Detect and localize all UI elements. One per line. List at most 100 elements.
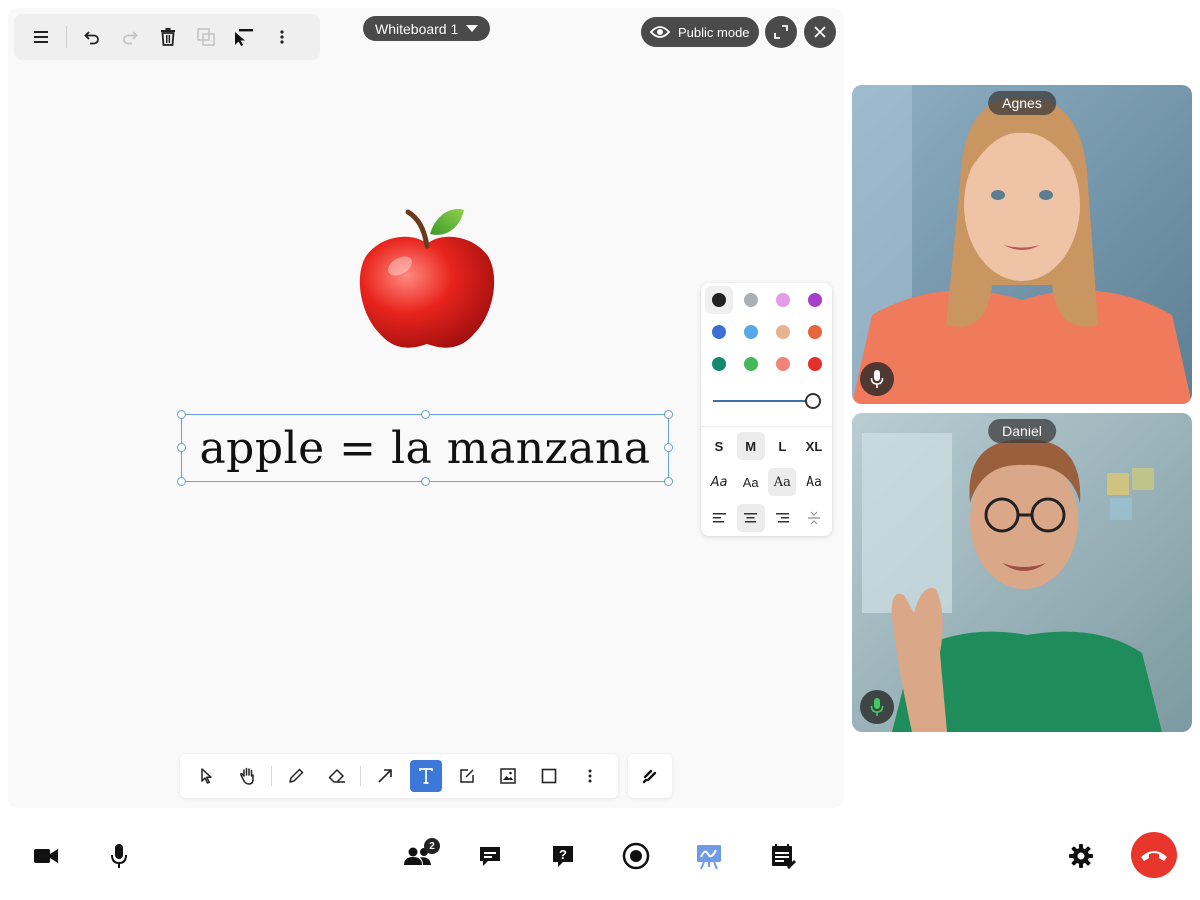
eye-icon bbox=[650, 26, 670, 38]
participant-video-daniel[interactable]: Daniel bbox=[852, 413, 1192, 732]
arrow-icon[interactable] bbox=[369, 760, 401, 792]
resize-handle[interactable] bbox=[421, 410, 430, 419]
participant-name: Agnes bbox=[988, 91, 1056, 115]
redo-icon[interactable] bbox=[111, 18, 149, 56]
whiteboard-icon[interactable] bbox=[687, 834, 731, 878]
font-options: Aa Aa Aa Aa bbox=[705, 468, 828, 496]
size-s-button[interactable]: S bbox=[705, 432, 733, 460]
delete-icon[interactable] bbox=[149, 18, 187, 56]
font-sample: Aa bbox=[806, 474, 822, 490]
size-l-button[interactable]: L bbox=[768, 432, 796, 460]
text-content[interactable]: apple = la manzana bbox=[199, 423, 650, 474]
font-sample: Aa bbox=[710, 474, 728, 490]
participant-video-agnes[interactable]: Agnes bbox=[852, 85, 1192, 404]
size-m-button[interactable]: M bbox=[736, 432, 765, 460]
color-swatch[interactable] bbox=[808, 357, 822, 371]
align-left-icon[interactable] bbox=[705, 504, 733, 532]
participant-name: Daniel bbox=[988, 419, 1056, 443]
record-icon[interactable] bbox=[614, 834, 658, 878]
end-call-button[interactable] bbox=[1131, 832, 1177, 878]
undo-icon[interactable] bbox=[73, 18, 111, 56]
board-toolbar bbox=[14, 14, 320, 60]
drawing-toolbar bbox=[180, 754, 618, 798]
public-mode-label: Public mode bbox=[678, 24, 750, 40]
menu-icon[interactable] bbox=[22, 18, 60, 56]
toolbar-divider bbox=[66, 26, 67, 48]
size-slider-track[interactable] bbox=[713, 400, 813, 402]
image-icon[interactable] bbox=[492, 760, 524, 792]
text-object[interactable]: apple = la manzana bbox=[177, 410, 673, 486]
microphone-icon bbox=[860, 362, 894, 396]
align-center-icon[interactable] bbox=[736, 504, 765, 532]
whiteboard-selector[interactable]: Whiteboard 1 bbox=[363, 16, 491, 41]
color-swatch[interactable] bbox=[808, 293, 822, 307]
laser-icon[interactable] bbox=[628, 754, 672, 798]
align-right-icon[interactable] bbox=[768, 504, 796, 532]
color-swatch[interactable] bbox=[776, 293, 790, 307]
size-label: M bbox=[745, 438, 757, 454]
close-button[interactable] bbox=[804, 16, 836, 48]
font-sans-button[interactable]: Aa bbox=[737, 468, 765, 496]
font-mono-button[interactable]: Aa bbox=[800, 468, 828, 496]
color-swatch[interactable] bbox=[776, 325, 790, 339]
pencil-icon[interactable] bbox=[280, 760, 312, 792]
hand-icon[interactable] bbox=[232, 760, 264, 792]
settings-icon[interactable] bbox=[1059, 834, 1103, 878]
resize-handle[interactable] bbox=[177, 443, 186, 452]
expand-icon bbox=[774, 25, 788, 39]
apple-emoji[interactable] bbox=[352, 204, 502, 354]
microphone-icon[interactable] bbox=[97, 834, 141, 878]
select-back-icon[interactable] bbox=[225, 18, 263, 56]
more-vertical-icon[interactable] bbox=[574, 760, 606, 792]
rectangle-icon[interactable] bbox=[533, 760, 565, 792]
text-icon[interactable] bbox=[409, 760, 442, 792]
meeting-controls: 2 ? bbox=[0, 812, 1200, 900]
color-swatch[interactable] bbox=[712, 325, 726, 339]
qa-icon[interactable]: ? bbox=[541, 834, 585, 878]
font-sample: Aa bbox=[742, 474, 759, 490]
resize-handle[interactable] bbox=[177, 477, 186, 486]
camera-icon[interactable] bbox=[24, 834, 68, 878]
notes-icon[interactable] bbox=[761, 834, 805, 878]
color-swatch[interactable] bbox=[712, 293, 726, 307]
alignment-options bbox=[705, 504, 828, 532]
participant-photo bbox=[852, 413, 1192, 732]
duplicate-icon[interactable] bbox=[187, 18, 225, 56]
size-label: XL bbox=[805, 438, 823, 454]
microphone-icon bbox=[860, 690, 894, 724]
size-slider-knob[interactable] bbox=[805, 393, 821, 409]
participant-photo bbox=[852, 85, 1192, 404]
color-swatch[interactable] bbox=[744, 293, 758, 307]
color-swatch[interactable] bbox=[744, 357, 758, 371]
color-swatch[interactable] bbox=[712, 357, 726, 371]
color-swatch[interactable] bbox=[744, 325, 758, 339]
align-vertical-icon[interactable] bbox=[800, 504, 828, 532]
size-label: L bbox=[778, 438, 787, 454]
expand-button[interactable] bbox=[765, 16, 797, 48]
resize-handle[interactable] bbox=[664, 477, 673, 486]
font-serif-button[interactable]: Aa bbox=[768, 468, 797, 496]
eraser-icon[interactable] bbox=[321, 760, 353, 792]
resize-handle[interactable] bbox=[421, 477, 430, 486]
note-icon[interactable] bbox=[451, 760, 483, 792]
resize-handle[interactable] bbox=[664, 443, 673, 452]
style-panel: S M L XL Aa Aa Aa Aa bbox=[701, 283, 832, 536]
chat-icon[interactable] bbox=[468, 834, 512, 878]
resize-handle[interactable] bbox=[177, 410, 186, 419]
size-label: S bbox=[714, 438, 724, 454]
toolbar-divider bbox=[271, 766, 272, 786]
participants-icon[interactable]: 2 bbox=[396, 834, 440, 878]
caret-down-icon bbox=[466, 25, 479, 32]
font-sample: Aa bbox=[773, 474, 791, 490]
panel-divider bbox=[701, 426, 832, 427]
color-swatch[interactable] bbox=[808, 325, 822, 339]
svg-text:?: ? bbox=[559, 847, 567, 862]
font-draw-button[interactable]: Aa bbox=[705, 468, 733, 496]
resize-handle[interactable] bbox=[664, 410, 673, 419]
color-swatch[interactable] bbox=[776, 357, 790, 371]
select-icon[interactable] bbox=[191, 760, 223, 792]
more-vertical-icon[interactable] bbox=[263, 18, 301, 56]
size-xl-button[interactable]: XL bbox=[800, 432, 828, 460]
participants-count-badge: 2 bbox=[424, 838, 440, 854]
public-mode-button[interactable]: Public mode bbox=[641, 17, 759, 47]
